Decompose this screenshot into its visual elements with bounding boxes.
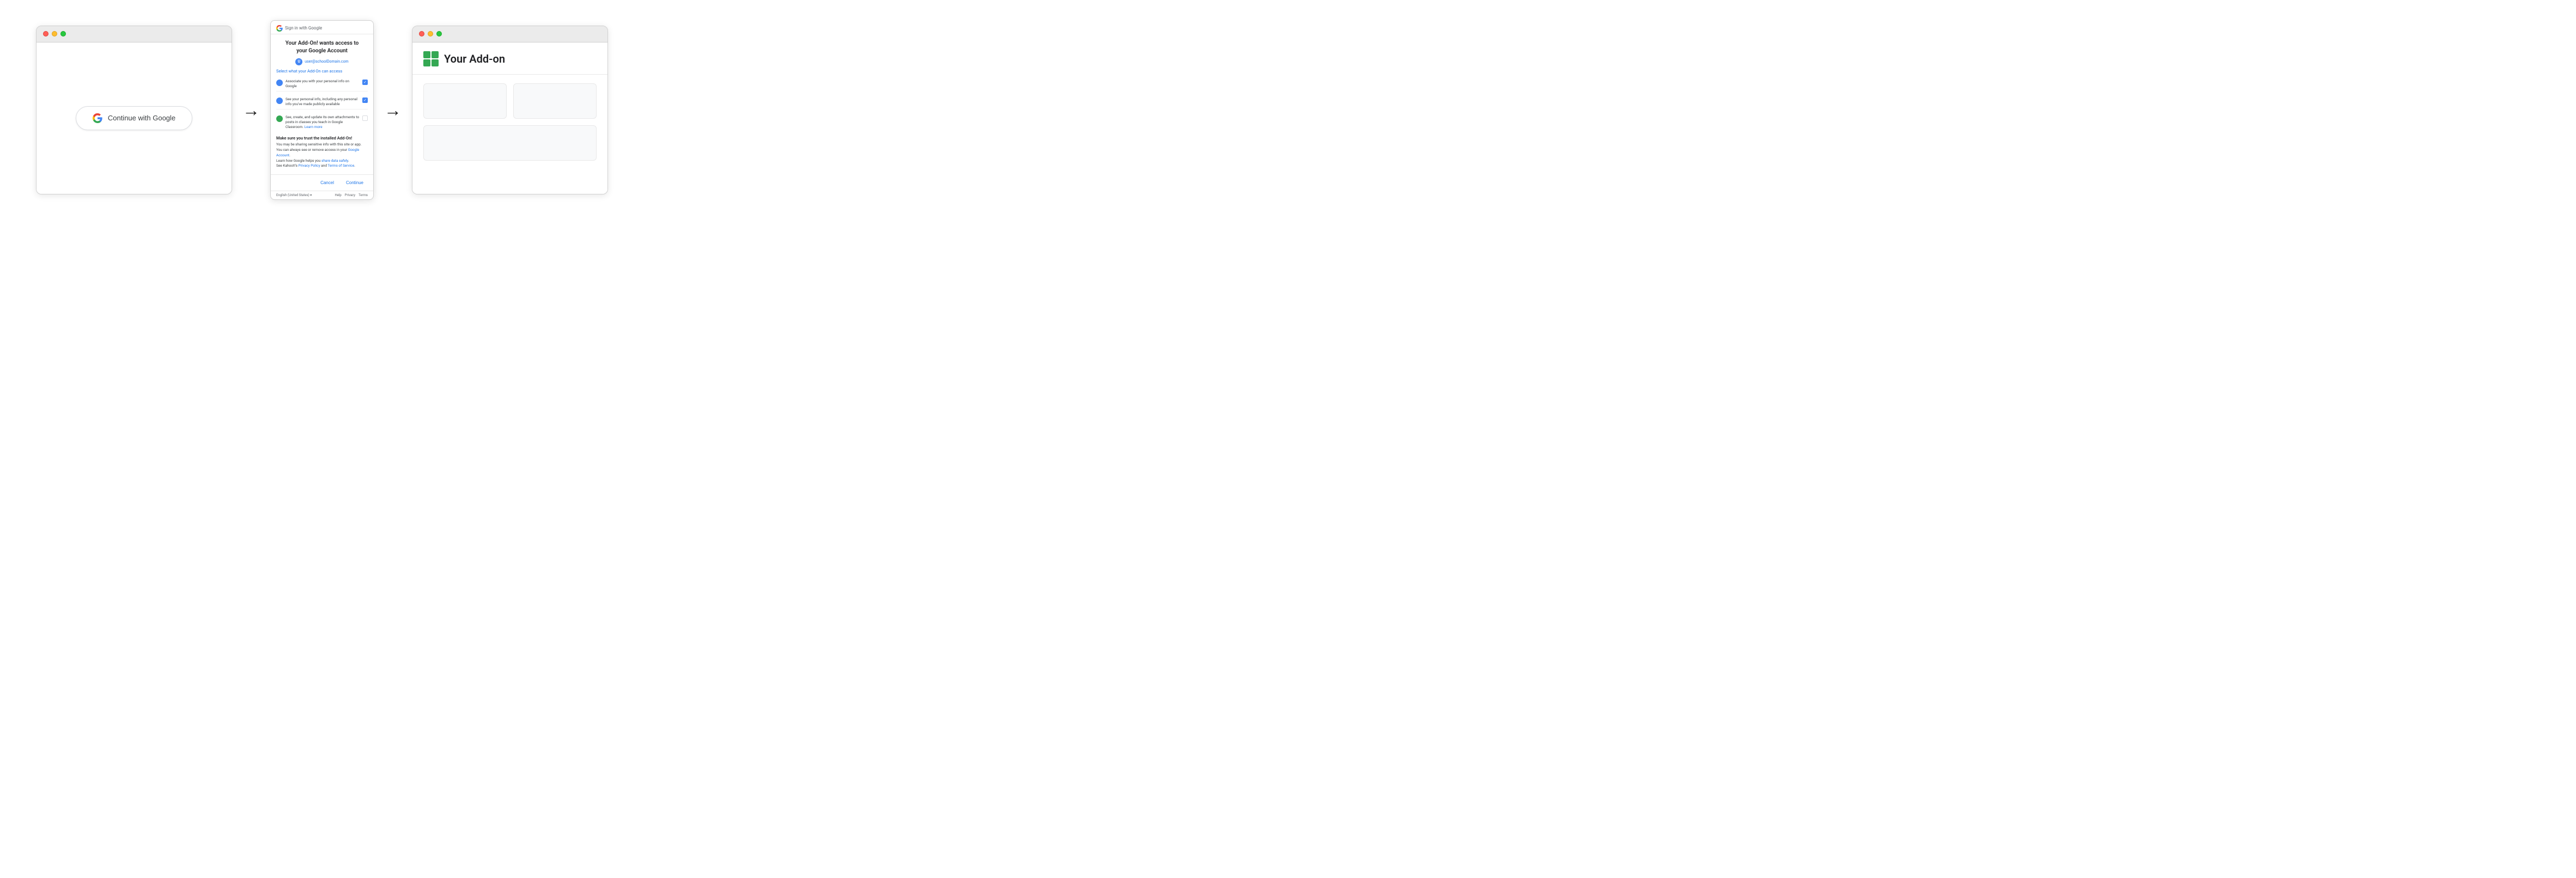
- google-logo-icon: [93, 113, 102, 123]
- permission-3: See, create, and update its own attachme…: [276, 113, 368, 132]
- oauth-email-row: U user@schoolDomain.com: [276, 58, 368, 65]
- permission-2: See your personal info, including any pe…: [276, 95, 368, 109]
- traffic-light-red[interactable]: [43, 31, 48, 36]
- footer-privacy-link[interactable]: Privacy: [345, 193, 355, 197]
- terms-of-service-link[interactable]: Terms of Service: [328, 163, 355, 168]
- trust-para-2: Learn how Google helps you share data sa…: [276, 158, 368, 164]
- trust-para-1: You may be sharing sensitive info with t…: [276, 142, 368, 158]
- oauth-footer: English (United States) ▾ Help Privacy T…: [271, 191, 373, 199]
- logo-cell-3: [423, 59, 430, 66]
- footer-terms-link[interactable]: Terms: [359, 193, 368, 197]
- oauth-select-label: Select what your Add-On can access: [276, 69, 368, 74]
- window-2-oauth: Sign in with Google Your Add-On! wants a…: [270, 20, 374, 200]
- oauth-body: Your Add-On! wants access to your Google…: [271, 34, 373, 174]
- email-avatar: U: [295, 58, 302, 65]
- oauth-email-text: user@schoolDomain.com: [305, 59, 348, 64]
- oauth-action-buttons: Cancel Continue: [271, 174, 373, 191]
- addon-logo: [423, 51, 439, 66]
- logo-cell-4: [432, 59, 439, 66]
- perm-2-text: See your personal info, including any pe…: [285, 97, 360, 107]
- oauth-header: Sign in with Google: [271, 21, 373, 34]
- window-3-content: Your Add-on: [412, 42, 607, 194]
- continue-button[interactable]: Continue: [342, 178, 368, 187]
- footer-links: Help Privacy Terms: [335, 193, 368, 197]
- window-1: Continue with Google: [36, 26, 232, 194]
- trust-title: Make sure you trust the installed Add-On…: [276, 135, 368, 141]
- addon-link: your Add-On: [299, 69, 321, 74]
- logo-cell-2: [432, 51, 439, 58]
- window-3: Your Add-on: [412, 26, 608, 194]
- perm-1-text: Associate you with your personal info on…: [285, 79, 360, 89]
- trust-para-3: See Kahoot!'s Privacy Policy and Terms o…: [276, 163, 368, 169]
- perm-icon-3: [276, 115, 283, 122]
- addon-card-1: [423, 83, 507, 119]
- perm-icon-1: [276, 80, 283, 86]
- perm-3-checkbox[interactable]: [362, 115, 368, 121]
- traffic-light-green[interactable]: [60, 31, 66, 36]
- addon-card-2: [513, 83, 597, 119]
- share-data-link[interactable]: share data safely: [321, 158, 348, 163]
- logo-cell-1: [423, 51, 430, 58]
- perm-2-checkbox[interactable]: ✓: [362, 97, 368, 103]
- language-selector[interactable]: English (United States) ▾: [276, 193, 330, 197]
- traffic-light-yellow[interactable]: [52, 31, 57, 36]
- trust-section: Make sure you trust the installed Add-On…: [276, 135, 368, 169]
- perm-1-checkbox[interactable]: ✓: [362, 80, 368, 85]
- addon-card-3: [423, 125, 597, 161]
- traffic-light-red-3[interactable]: [419, 31, 424, 36]
- perm-3-text: See, create, and update its own attachme…: [285, 115, 360, 130]
- arrow-1: →: [232, 101, 270, 119]
- oauth-header-text: Sign in with Google: [285, 26, 322, 31]
- continue-with-google-label: Continue with Google: [108, 114, 175, 122]
- addon-title: Your Add-on: [444, 52, 505, 65]
- privacy-policy-link[interactable]: Privacy Policy: [299, 163, 320, 168]
- oauth-title: Your Add-On! wants access to your Google…: [276, 40, 368, 55]
- traffic-light-green-3[interactable]: [436, 31, 442, 36]
- browser-toolbar-1: [37, 26, 232, 42]
- cancel-button[interactable]: Cancel: [316, 178, 338, 187]
- arrow-2: →: [374, 101, 412, 119]
- flow-container: Continue with Google → Sign in with Goog…: [0, 0, 644, 220]
- addon-content-area: [412, 75, 607, 169]
- continue-with-google-button[interactable]: Continue with Google: [76, 106, 192, 130]
- learn-more-link[interactable]: Learn more: [305, 125, 323, 129]
- addon-header: Your Add-on: [412, 42, 607, 75]
- permission-1: Associate you with your personal info on…: [276, 77, 368, 92]
- traffic-light-yellow-3[interactable]: [428, 31, 433, 36]
- perm-icon-2: [276, 97, 283, 104]
- browser-toolbar-3: [412, 26, 607, 42]
- window-1-content: Continue with Google: [37, 42, 232, 194]
- footer-help-link[interactable]: Help: [335, 193, 341, 197]
- google-g-icon: [276, 25, 283, 32]
